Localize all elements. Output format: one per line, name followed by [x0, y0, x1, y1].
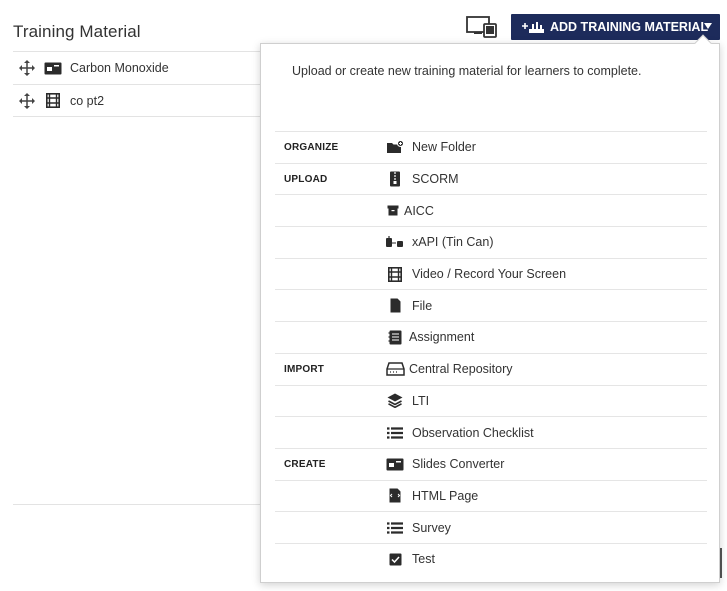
zip-file-icon: [385, 171, 405, 187]
menu-item-html-page[interactable]: HTML Page: [275, 479, 707, 512]
menu-item-survey[interactable]: Survey: [275, 511, 707, 543]
menu-item-label: AICC: [404, 203, 434, 218]
material-name[interactable]: Carbon Monoxide: [70, 61, 169, 75]
tin-can-icon: [385, 234, 405, 250]
menu-item-assignment[interactable]: Assignment: [275, 321, 707, 353]
film-icon: [44, 93, 62, 108]
category-label: IMPORT: [284, 363, 325, 375]
category-label: CREATE: [284, 458, 326, 470]
menu-item-label: Test: [412, 552, 435, 567]
menu-item-label: SCORM: [412, 172, 459, 187]
file-icon: [385, 298, 405, 314]
layers-icon: [385, 393, 405, 409]
device-preview-icon[interactable]: [466, 16, 498, 38]
add-training-material-button[interactable]: ADD TRAINING MATERIAL: [511, 14, 720, 40]
category-label: ORGANIZE: [284, 141, 339, 153]
menu-item-label: Central Repository: [409, 362, 513, 377]
page-title: Training Material: [13, 22, 141, 41]
hard-drive-icon: [385, 361, 405, 377]
checkbox-icon: [385, 551, 405, 567]
menu-item-lti[interactable]: LTI: [275, 384, 707, 417]
dropdown-description: Upload or create new training material f…: [292, 64, 642, 78]
new-folder-icon: [385, 139, 405, 155]
menu-item-label: File: [412, 298, 433, 313]
menu-item-scorm[interactable]: UPLOAD SCORM: [275, 162, 707, 195]
html-page-icon: [385, 488, 405, 504]
menu-item-label: New Folder: [412, 140, 476, 155]
add-material-icon: [521, 20, 545, 34]
menu-item-label: Assignment: [409, 330, 475, 345]
menu-item-aicc[interactable]: AICC: [275, 194, 707, 226]
menu-item-new-folder[interactable]: ORGANIZE New Folder: [275, 131, 707, 163]
archive-box-icon: [385, 203, 401, 219]
material-name[interactable]: co pt2: [70, 94, 104, 108]
menu-item-label: Video / Record Your Screen: [412, 267, 567, 282]
material-type-menu: ORGANIZE New Folder UPLOAD SCORM AICC xA…: [275, 131, 707, 575]
list-item[interactable]: Carbon Monoxide: [13, 51, 263, 84]
list-icon: [385, 425, 405, 441]
menu-item-label: LTI: [412, 393, 430, 408]
menu-item-video[interactable]: Video / Record Your Screen: [275, 257, 707, 290]
category-label: UPLOAD: [284, 173, 328, 185]
menu-item-slides-converter[interactable]: CREATE Slides Converter: [275, 447, 707, 480]
list-item[interactable]: co pt2: [13, 84, 263, 117]
list-icon: [385, 520, 405, 536]
training-material-list: Carbon Monoxide co pt2: [13, 51, 263, 117]
menu-item-label: Survey: [412, 520, 451, 535]
move-handle-icon[interactable]: [19, 92, 35, 109]
chevron-down-icon: [704, 23, 712, 29]
slides-icon: [385, 456, 405, 472]
add-material-dropdown: Upload or create new training material f…: [260, 34, 720, 583]
menu-item-label: xAPI (Tin Can): [412, 235, 494, 250]
move-handle-icon[interactable]: [19, 60, 35, 76]
menu-item-label: Observation Checklist: [412, 425, 534, 440]
menu-item-central-repository[interactable]: IMPORT Central Repository: [275, 352, 707, 385]
menu-item-label: HTML Page: [412, 488, 479, 503]
menu-item-xapi[interactable]: xAPI (Tin Can): [275, 226, 707, 258]
assignment-icon: [385, 329, 405, 345]
film-icon: [385, 266, 405, 282]
divider: [13, 504, 263, 505]
menu-item-file[interactable]: File: [275, 289, 707, 321]
menu-item-label: Slides Converter: [412, 457, 505, 472]
menu-item-observation-checklist[interactable]: Observation Checklist: [275, 416, 707, 448]
add-button-label: ADD TRAINING MATERIAL: [550, 20, 709, 34]
menu-item-test[interactable]: Test: [275, 542, 707, 575]
slides-icon: [44, 61, 62, 75]
scrollbar[interactable]: [720, 548, 722, 578]
